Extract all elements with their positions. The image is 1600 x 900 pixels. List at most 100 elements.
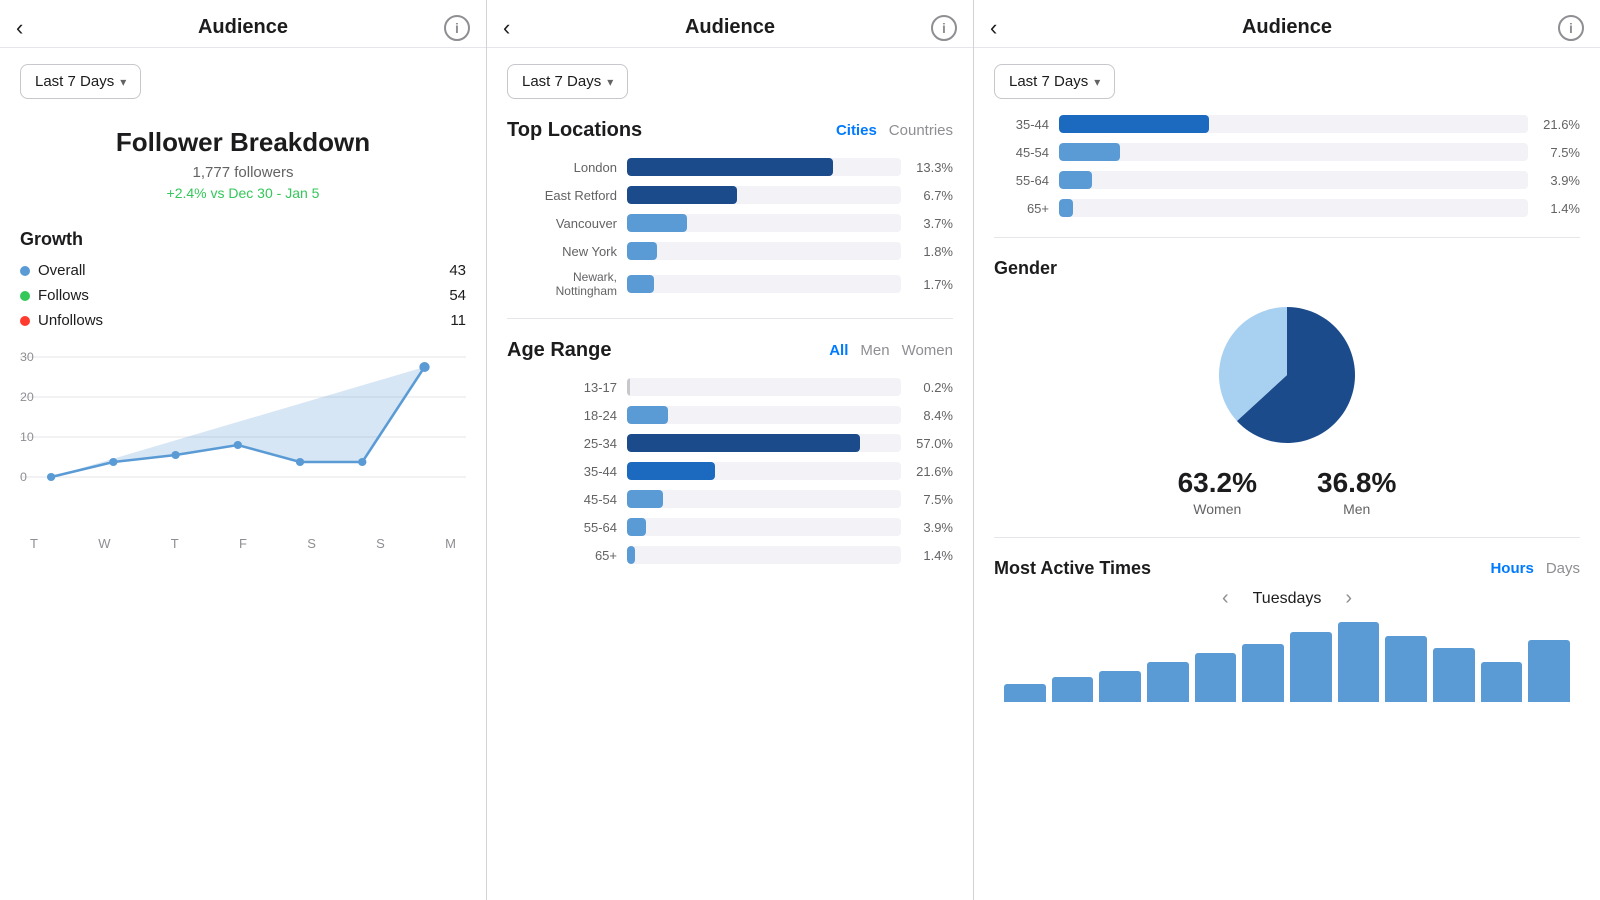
bar-pct-london: 13.3% xyxy=(911,160,953,175)
divider-p3-2 xyxy=(994,537,1580,538)
age-label-p3-45-54: 45-54 xyxy=(994,145,1049,160)
age-pct-35-44: 21.6% xyxy=(911,464,953,479)
day-label: Tuesdays xyxy=(1253,590,1322,608)
dropdown-label-1: Last 7 Days xyxy=(35,73,114,90)
age-row-13-17: 13-17 0.2% xyxy=(507,378,953,396)
bar-fill-eastretford xyxy=(627,186,737,204)
chevron-down-icon-3: ▾ xyxy=(1094,75,1100,89)
age-label-45-54: 45-54 xyxy=(507,492,617,507)
back-button-1[interactable]: ‹ xyxy=(16,15,23,41)
bar-fill-newark xyxy=(627,275,654,293)
age-pct-45-54: 7.5% xyxy=(911,492,953,507)
age-label-13-17: 13-17 xyxy=(507,380,617,395)
age-row-p3-35-44: 35-44 21.6% xyxy=(994,115,1580,133)
bar-pct-newyork: 1.8% xyxy=(911,244,953,259)
age-fill-p3-35-44 xyxy=(1059,115,1209,133)
chart-label-f: F xyxy=(239,536,247,551)
date-dropdown-2[interactable]: Last 7 Days ▾ xyxy=(507,64,628,99)
panel-2-body: Last 7 Days ▾ Top Locations Cities Count… xyxy=(487,48,973,888)
date-dropdown-3[interactable]: Last 7 Days ▾ xyxy=(994,64,1115,99)
chart-x-labels: T W T F S S M xyxy=(20,536,466,551)
age-track-65plus xyxy=(627,546,901,564)
men-stat: 36.8% Men xyxy=(1317,467,1396,517)
age-label-18-24: 18-24 xyxy=(507,408,617,423)
divider-p3 xyxy=(994,237,1580,238)
hour-bar-0 xyxy=(1004,684,1046,702)
age-row-p3-65plus: 65+ 1.4% xyxy=(994,199,1580,217)
age-tab-men[interactable]: Men xyxy=(860,342,889,359)
info-button-2[interactable]: i xyxy=(931,15,957,41)
age-tab-all[interactable]: All xyxy=(829,342,848,359)
age-track-55-64 xyxy=(627,518,901,536)
age-pct-p3-55-64: 3.9% xyxy=(1538,173,1580,188)
panel-2-title: Audience xyxy=(685,16,775,39)
unfollows-dot xyxy=(20,316,30,326)
next-day-button[interactable]: › xyxy=(1345,587,1352,610)
hours-tab[interactable]: Hours xyxy=(1490,560,1533,577)
most-active-header: Most Active Times Hours Days xyxy=(994,558,1580,579)
location-label-newyork: New York xyxy=(507,244,617,259)
age-label-55-64: 55-64 xyxy=(507,520,617,535)
hour-bar-4 xyxy=(1195,653,1237,702)
divider-1 xyxy=(507,318,953,319)
age-fill-p3-55-64 xyxy=(1059,171,1092,189)
svg-text:0: 0 xyxy=(20,470,27,484)
chart-svg: 30 20 10 0 xyxy=(20,347,466,527)
location-label-eastretford: East Retford xyxy=(507,188,617,203)
women-label: Women xyxy=(1178,501,1257,517)
back-button-2[interactable]: ‹ xyxy=(503,15,510,41)
age-row-55-64: 55-64 3.9% xyxy=(507,518,953,536)
prev-day-button[interactable]: ‹ xyxy=(1222,587,1229,610)
age-row-25-34: 25-34 57.0% xyxy=(507,434,953,452)
age-track-45-54 xyxy=(627,490,901,508)
pie-container: 63.2% Women 36.8% Men xyxy=(994,295,1580,517)
tab-cities[interactable]: Cities xyxy=(836,122,877,139)
active-times-chart xyxy=(994,622,1580,702)
date-dropdown-1[interactable]: Last 7 Days ▾ xyxy=(20,64,141,99)
locations-header: Top Locations Cities Countries xyxy=(507,119,953,142)
chart-label-m: M xyxy=(445,536,456,551)
bar-track-eastretford xyxy=(627,186,901,204)
back-button-3[interactable]: ‹ xyxy=(990,15,997,41)
followers-growth-pct: +2.4% vs Dec 30 - Jan 5 xyxy=(20,185,466,201)
chart-label-t2: T xyxy=(171,536,179,551)
panel-3-title: Audience xyxy=(1242,16,1332,39)
hour-bar-7 xyxy=(1338,622,1380,702)
bar-fill-newyork xyxy=(627,242,657,260)
age-label-p3-55-64: 55-64 xyxy=(994,173,1049,188)
follows-value: 54 xyxy=(449,287,466,304)
gender-pie-chart xyxy=(1207,295,1367,455)
info-button-3[interactable]: i xyxy=(1558,15,1584,41)
panel-1: ‹ Audience i Last 7 Days ▾ Follower Brea… xyxy=(0,0,487,900)
age-row-18-24: 18-24 8.4% xyxy=(507,406,953,424)
info-button-1[interactable]: i xyxy=(444,15,470,41)
growth-title: Growth xyxy=(20,229,466,250)
age-fill-35-44 xyxy=(627,462,715,480)
age-pct-18-24: 8.4% xyxy=(911,408,953,423)
location-row-newark: Newark,Nottingham 1.7% xyxy=(507,270,953,298)
age-pct-65plus: 1.4% xyxy=(911,548,953,563)
svg-text:30: 30 xyxy=(20,350,34,364)
location-row-vancouver: Vancouver 3.7% xyxy=(507,214,953,232)
age-track-18-24 xyxy=(627,406,901,424)
age-row-p3-55-64: 55-64 3.9% xyxy=(994,171,1580,189)
age-row-p3-45-54: 45-54 7.5% xyxy=(994,143,1580,161)
svg-text:20: 20 xyxy=(20,390,34,404)
days-tab[interactable]: Days xyxy=(1546,560,1580,577)
age-row-35-44: 35-44 21.6% xyxy=(507,462,953,480)
panel-3-header: ‹ Audience i xyxy=(974,0,1600,48)
panel-3-body: Last 7 Days ▾ 35-44 21.6% 45-54 7.5% 55-… xyxy=(974,48,1600,888)
followers-count: 1,777 followers xyxy=(20,164,466,181)
overall-dot xyxy=(20,266,30,276)
gender-stats: 63.2% Women 36.8% Men xyxy=(1178,467,1397,517)
age-label-p3-35-44: 35-44 xyxy=(994,117,1049,132)
legend-follows: Follows 54 xyxy=(20,287,466,304)
tab-countries[interactable]: Countries xyxy=(889,122,953,139)
panel-2-header: ‹ Audience i xyxy=(487,0,973,48)
gender-title: Gender xyxy=(994,258,1580,279)
age-fill-p3-45-54 xyxy=(1059,143,1120,161)
age-tab-women[interactable]: Women xyxy=(902,342,953,359)
location-row-eastretford: East Retford 6.7% xyxy=(507,186,953,204)
bar-track-london xyxy=(627,158,901,176)
chart-label-s1: S xyxy=(307,536,316,551)
